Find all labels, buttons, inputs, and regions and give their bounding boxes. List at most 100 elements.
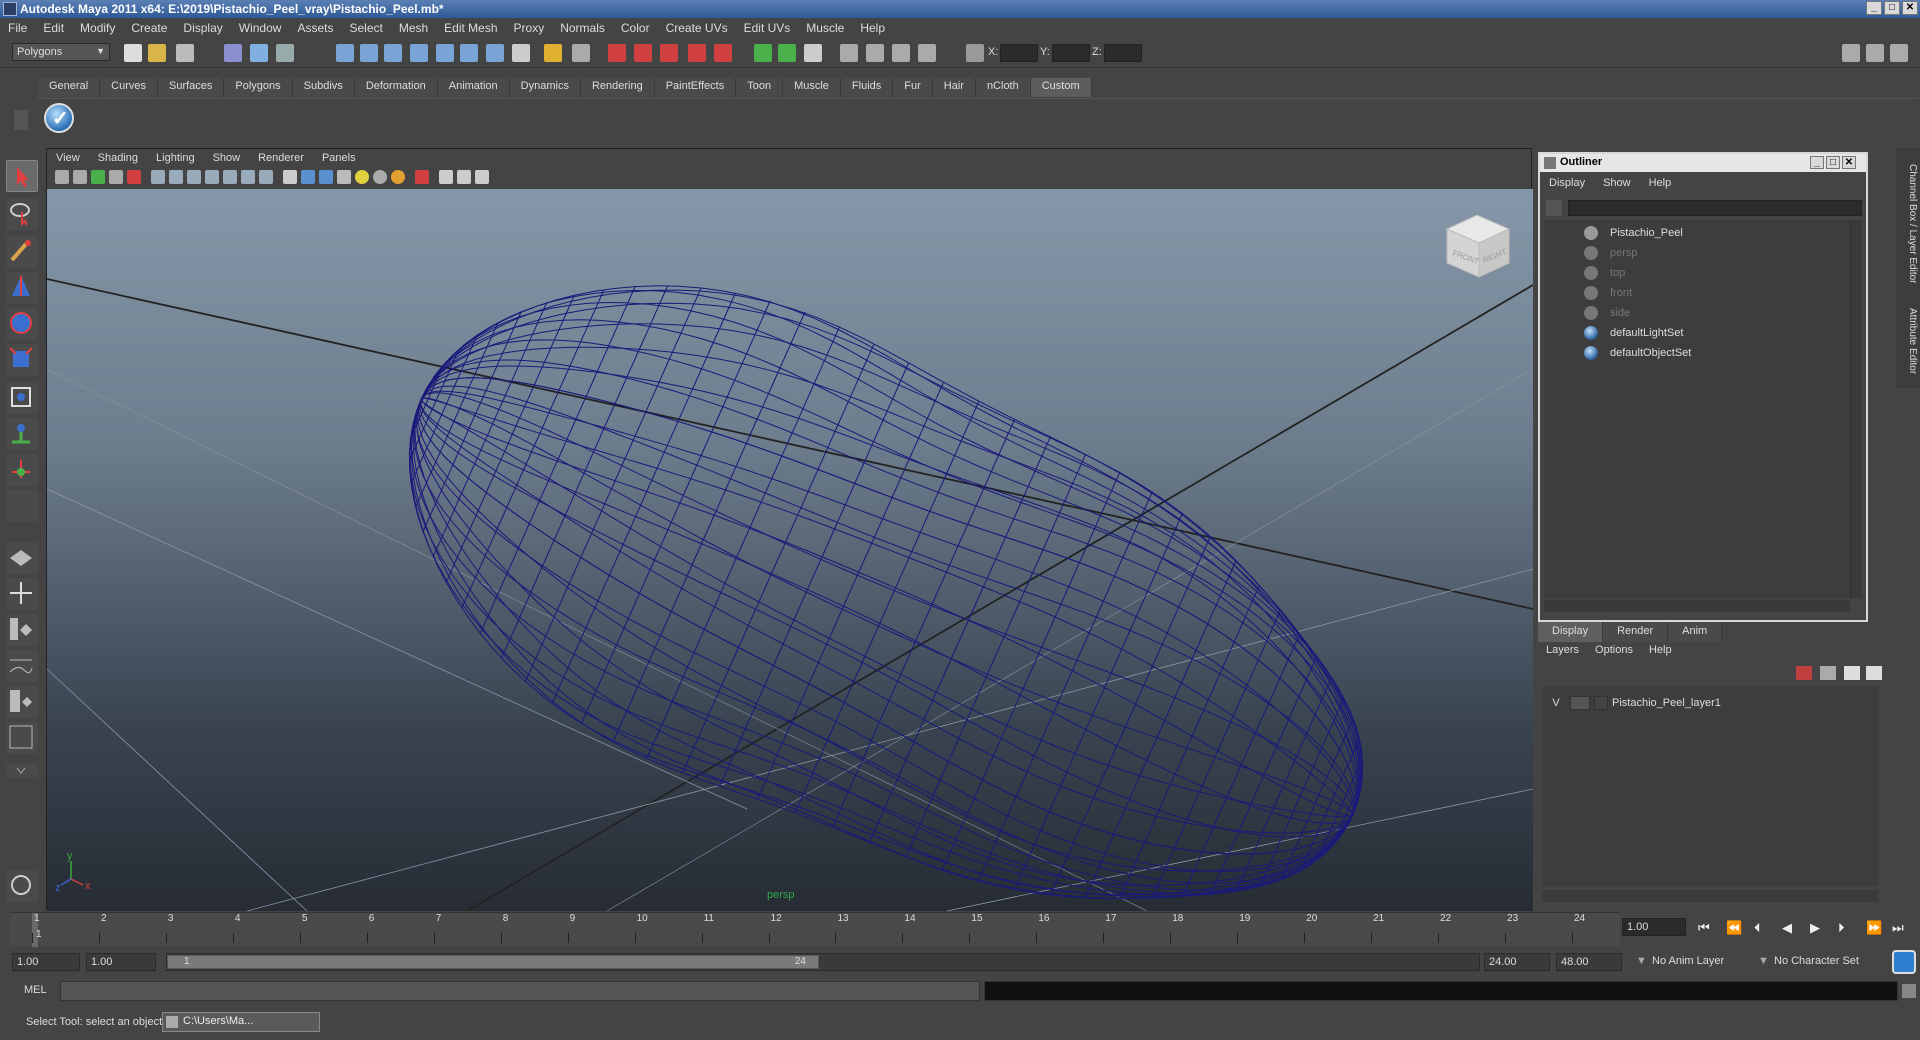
render-view-icon[interactable] [714,44,732,62]
menu-help[interactable]: Help [852,21,893,35]
open-scene-icon[interactable] [148,44,166,62]
xray-components-icon[interactable] [475,170,489,184]
hypershade-persp-layout-icon[interactable] [6,686,38,718]
view-cube[interactable]: FRONT RIGHT [1445,214,1511,278]
input-ops-icon[interactable] [754,44,772,62]
minimize-button[interactable]: _ [1866,1,1882,15]
layer-tab-render[interactable]: Render [1603,622,1669,642]
gate-mask-icon[interactable] [205,170,219,184]
snap-view-icon[interactable] [486,44,504,62]
outliner-item-default-light-set[interactable]: defaultLightSet [1584,324,1683,342]
move-tool-icon[interactable] [6,272,38,304]
clipboard-icon[interactable] [804,44,822,62]
show-manipulator-icon[interactable] [6,454,38,486]
layer-icon[interactable] [918,44,936,62]
select-tool-icon[interactable] [6,160,38,192]
outliner-item-front[interactable]: front [1584,284,1632,302]
shelf-tab-ncloth[interactable]: nCloth [975,78,1031,97]
command-input[interactable] [60,981,980,1001]
lock-icon[interactable] [544,44,562,62]
snap-curve-icon[interactable] [360,44,378,62]
snap-live-icon[interactable] [460,44,478,62]
play-forwards-icon[interactable]: ▶ [1810,920,1820,936]
persp-outliner-layout-icon[interactable] [6,614,38,646]
viewport-menu-view[interactable]: View [47,152,89,164]
shelf-tab-toon[interactable]: Toon [736,78,784,97]
menu-proxy[interactable]: Proxy [506,21,553,35]
viewport-menu-panels[interactable]: Panels [313,152,365,164]
menu-mesh[interactable]: Mesh [391,21,436,35]
bookmark-icon[interactable] [91,170,105,184]
shelf-tab-animation[interactable]: Animation [437,78,510,97]
new-scene-icon[interactable] [124,44,142,62]
outliner-horizontal-scrollbar[interactable] [1544,600,1850,612]
viewport-menu-shading[interactable]: Shading [89,152,147,164]
transform-field-icon[interactable] [966,44,984,62]
shelf-tab-surfaces[interactable]: Surfaces [157,78,225,97]
persp-graph-outliner-layout-icon[interactable] [6,722,38,754]
lasso-tool-icon[interactable] [6,198,38,230]
new-layer-from-selected-icon[interactable] [1820,666,1836,680]
shelf-tab-fur[interactable]: Fur [893,78,933,97]
shelf-tab-hair[interactable]: Hair [932,78,976,97]
menu-edit-mesh[interactable]: Edit Mesh [436,21,505,35]
four-view-layout-icon[interactable] [6,578,38,610]
last-tool-icon[interactable] [6,490,38,522]
xray-joints-icon[interactable] [457,170,471,184]
viewport-menu-show[interactable]: Show [204,152,250,164]
viewport-menu-lighting[interactable]: Lighting [147,152,204,164]
layer-menu-options[interactable]: Options [1587,644,1641,656]
playback-end-field[interactable]: 24.00 [1484,953,1550,971]
outliner-item-pistachio-peel[interactable]: Pistachio_Peel [1584,224,1683,242]
layer-color-swatch[interactable] [1594,696,1608,710]
layer-horizontal-scrollbar[interactable] [1542,890,1878,902]
snap-surface-icon[interactable] [436,44,454,62]
shelf-tab-general[interactable]: General [38,78,101,97]
character-set-dropdown[interactable]: No Character Set [1770,953,1880,971]
wireframe-icon[interactable] [283,170,297,184]
xray-icon[interactable] [439,170,453,184]
menu-create-uvs[interactable]: Create UVs [658,21,736,35]
shelf-tab-custom[interactable]: Custom [1030,78,1092,97]
outliner-maximize-button[interactable]: □ [1826,156,1840,169]
shelf-tab-fluids[interactable]: Fluids [840,78,894,97]
menu-color[interactable]: Color [613,21,658,35]
menu-assets[interactable]: Assets [289,21,341,35]
layer-visibility-toggle[interactable]: V [1542,697,1570,709]
attribute-editor-toggle-icon[interactable] [1866,44,1884,62]
single-perspective-layout-icon[interactable] [6,542,38,574]
save-scene-icon[interactable] [176,44,194,62]
isolate-select-icon[interactable] [415,170,429,184]
shelf-tab-muscle[interactable]: Muscle [783,78,841,97]
play-backwards-icon[interactable]: ◀ [1782,920,1792,936]
menu-modify[interactable]: Modify [72,21,123,35]
outliner-item-default-object-set[interactable]: defaultObjectSet [1584,344,1691,362]
paint-select-tool-icon[interactable] [6,236,38,268]
taskbar-window-button[interactable]: C:\Users\Ma... [162,1012,320,1032]
camera-attributes-icon[interactable] [73,170,87,184]
menu-display[interactable]: Display [175,21,230,35]
step-back-key-icon[interactable]: ⏪ [1726,920,1742,936]
camera-select-icon[interactable] [55,170,69,184]
layer-type-toggle[interactable] [1570,696,1590,710]
outliner-minimize-button[interactable]: _ [1810,156,1824,169]
select-component-icon[interactable] [276,44,294,62]
snap-plane-icon[interactable] [410,44,428,62]
rotate-tool-icon[interactable] [6,308,38,340]
anim-layer-dropdown[interactable]: No Anim Layer [1648,953,1750,971]
high-quality-icon[interactable] [391,170,405,184]
go-to-end-icon[interactable]: ⏭ [1892,920,1904,936]
step-forward-frame-icon[interactable]: ⏵ [1838,920,1845,936]
shelf-tab-subdivs[interactable]: Subdivs [292,78,355,97]
viewport-menu-renderer[interactable]: Renderer [249,152,313,164]
shelf-tab-dynamics[interactable]: Dynamics [509,78,581,97]
outliner-menu-help[interactable]: Help [1640,177,1681,189]
render-settings-icon[interactable] [660,44,678,62]
history-icon[interactable] [572,44,590,62]
safe-title-icon[interactable] [259,170,273,184]
z-field[interactable] [1104,44,1142,62]
shelf-tab-deformation[interactable]: Deformation [354,78,438,97]
tool-settings-icon[interactable] [866,44,884,62]
channel-box-toggle-icon[interactable] [1890,44,1908,62]
playback-start-field[interactable]: 1.00 [86,953,156,971]
